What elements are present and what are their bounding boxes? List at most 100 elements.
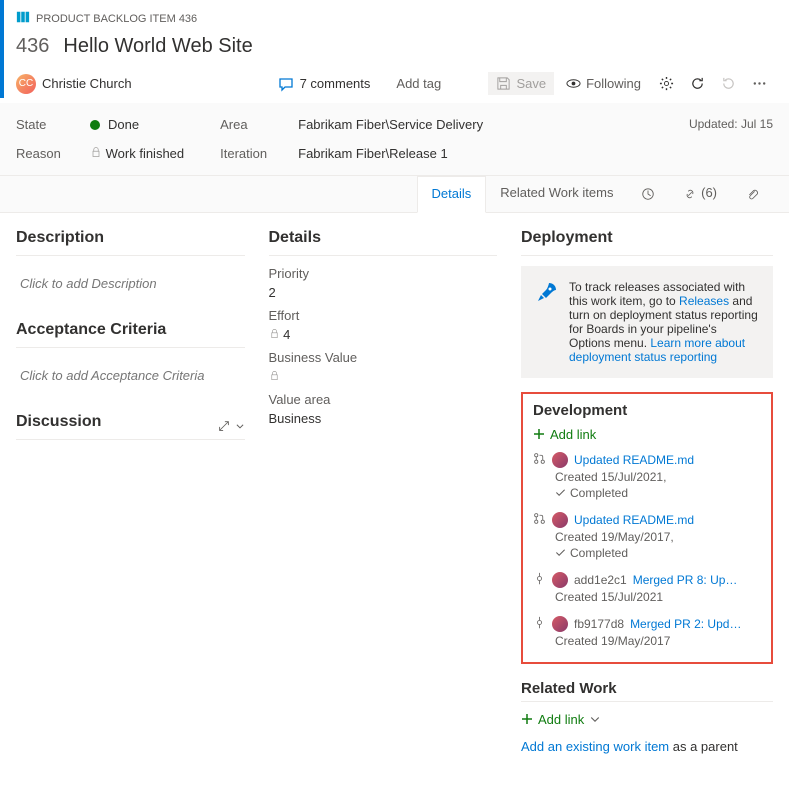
- ellipsis-icon: [752, 76, 767, 91]
- dev-item: Updated README.md Created 15/Jul/2021, C…: [533, 452, 761, 500]
- dev-item-link[interactable]: Updated README.md: [574, 513, 694, 527]
- commit-icon: [533, 572, 546, 588]
- lock-icon: [269, 327, 280, 342]
- business-value-value[interactable]: [269, 369, 498, 384]
- save-icon: [496, 76, 511, 91]
- state-value[interactable]: Done: [90, 117, 139, 132]
- add-development-link-button[interactable]: Add link: [533, 427, 761, 442]
- follow-button[interactable]: Following: [558, 72, 649, 95]
- refresh-icon: [690, 76, 705, 91]
- dev-item-status: Completed: [570, 546, 628, 560]
- middle-column: Details Priority 2 Effort 4 Business Val…: [269, 229, 498, 760]
- avatar-icon: [552, 572, 568, 588]
- avatar-icon: CC: [16, 74, 36, 94]
- updated-timestamp: Updated: Jul 15: [689, 117, 773, 161]
- fields-section: State Done Reason Work finished Area Fab…: [0, 103, 789, 176]
- add-tag-button[interactable]: Add tag: [396, 76, 441, 91]
- tab-attachments[interactable]: [731, 176, 773, 212]
- iteration-value[interactable]: Fabrikam Fiber\Release 1: [298, 146, 448, 161]
- link-icon: [683, 187, 697, 201]
- details-title: Details: [269, 229, 498, 247]
- dev-item-link[interactable]: Updated README.md: [574, 453, 694, 467]
- add-existing-work-item-link[interactable]: Add an existing work item as a parent: [521, 733, 773, 760]
- value-area-value[interactable]: Business: [269, 411, 498, 426]
- tab-links[interactable]: (6): [669, 176, 731, 212]
- pbi-type-icon: [16, 10, 30, 27]
- iteration-label: Iteration: [220, 146, 276, 161]
- more-button[interactable]: [746, 72, 773, 95]
- business-value-label: Business Value: [269, 350, 498, 365]
- work-item-type-label: PRODUCT BACKLOG ITEM 436: [36, 13, 197, 25]
- tab-history[interactable]: [627, 176, 669, 212]
- priority-label: Priority: [269, 266, 498, 281]
- save-button[interactable]: Save: [488, 72, 554, 95]
- dev-item-created: Created 19/May/2017: [555, 634, 761, 648]
- commit-hash: fb9177d8: [574, 617, 624, 631]
- deployment-title: Deployment: [521, 229, 773, 247]
- right-column: Deployment To track releases associated …: [521, 229, 773, 760]
- work-item-title[interactable]: Hello World Web Site: [63, 35, 252, 58]
- attachment-icon: [745, 187, 759, 201]
- gear-icon: [659, 76, 674, 91]
- dev-item-status: Completed: [570, 486, 628, 500]
- tab-details[interactable]: Details: [417, 176, 487, 213]
- dev-item-link[interactable]: Merged PR 2: Upd…: [630, 617, 741, 631]
- check-icon: [555, 547, 566, 558]
- plus-icon: [533, 428, 545, 440]
- add-related-link-button[interactable]: Add link: [521, 712, 773, 727]
- avatar-icon: [552, 512, 568, 528]
- dev-item-link[interactable]: Merged PR 8: Up…: [633, 573, 738, 587]
- acceptance-criteria-title: Acceptance Criteria: [16, 321, 245, 339]
- left-column: Description Click to add Description Acc…: [16, 229, 245, 760]
- lock-icon: [269, 369, 280, 384]
- dev-item-created: Created 15/Jul/2021: [555, 590, 761, 604]
- effort-value[interactable]: 4: [269, 327, 498, 342]
- comment-icon: [278, 76, 294, 92]
- plus-icon: [521, 713, 533, 725]
- description-title: Description: [16, 229, 245, 247]
- description-placeholder[interactable]: Click to add Description: [16, 266, 245, 301]
- assignee[interactable]: CC Christie Church: [16, 74, 132, 94]
- toolbar: Save Following: [488, 72, 773, 95]
- avatar-icon: [552, 616, 568, 632]
- discussion-title: Discussion: [16, 413, 101, 431]
- refresh-button[interactable]: [684, 72, 711, 95]
- effort-label: Effort: [269, 308, 498, 323]
- discussion-expand-button[interactable]: [217, 419, 245, 433]
- reason-label: Reason: [16, 146, 68, 161]
- development-title: Development: [533, 402, 761, 419]
- value-area-label: Value area: [269, 392, 498, 407]
- undo-button[interactable]: [715, 72, 742, 95]
- commit-icon: [533, 616, 546, 632]
- dev-item: Updated README.md Created 19/May/2017, C…: [533, 512, 761, 560]
- state-label: State: [16, 117, 68, 132]
- related-work-title: Related Work: [521, 680, 773, 697]
- undo-icon: [721, 76, 736, 91]
- commit-hash: add1e2c1: [574, 573, 627, 587]
- check-icon: [555, 487, 566, 498]
- reason-value[interactable]: Work finished: [90, 146, 184, 161]
- development-section: Development Add link Updated README.md C…: [521, 392, 773, 664]
- comments-button[interactable]: 7 comments: [278, 76, 371, 92]
- deployment-info-box: To track releases associated with this w…: [521, 266, 773, 378]
- history-icon: [641, 187, 655, 201]
- acceptance-criteria-placeholder[interactable]: Click to add Acceptance Criteria: [16, 358, 245, 393]
- expand-icon: [217, 419, 231, 433]
- releases-link[interactable]: Releases: [679, 294, 729, 308]
- tab-related-work-items[interactable]: Related Work items: [486, 176, 627, 212]
- chevron-down-icon: [589, 713, 601, 725]
- area-value[interactable]: Fabrikam Fiber\Service Delivery: [298, 117, 483, 132]
- assignee-name: Christie Church: [42, 76, 132, 91]
- work-item-id: 436: [16, 35, 49, 58]
- avatar-icon: [552, 452, 568, 468]
- state-dot-icon: [90, 120, 100, 130]
- dev-item-created: Created 15/Jul/2021,: [555, 470, 761, 484]
- dev-item: fb9177d8 Merged PR 2: Upd… Created 19/Ma…: [533, 616, 761, 648]
- tabs-bar: Details Related Work items (6): [0, 176, 789, 213]
- pull-request-icon: [533, 512, 546, 528]
- area-label: Area: [220, 117, 276, 132]
- eye-icon: [566, 76, 581, 91]
- dev-item: add1e2c1 Merged PR 8: Up… Created 15/Jul…: [533, 572, 761, 604]
- priority-value[interactable]: 2: [269, 285, 498, 300]
- settings-button[interactable]: [653, 72, 680, 95]
